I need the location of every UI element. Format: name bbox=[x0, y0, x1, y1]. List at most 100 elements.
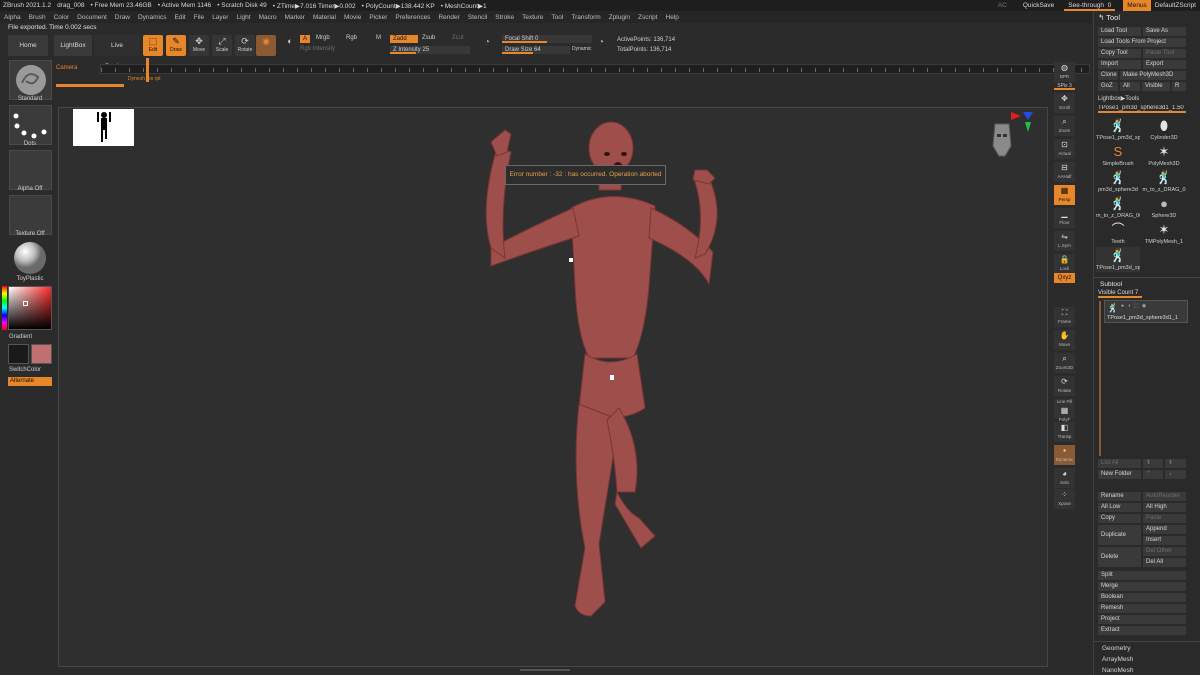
merge-button[interactable]: Merge bbox=[1098, 582, 1186, 591]
brush-standard-button[interactable] bbox=[9, 60, 52, 100]
menu-file[interactable]: File bbox=[190, 14, 208, 21]
visible-count-slider[interactable]: Visible Count 7 bbox=[1098, 290, 1142, 298]
menu-color[interactable]: Color bbox=[50, 14, 74, 21]
extract-button[interactable]: Extract bbox=[1098, 626, 1186, 635]
dynamic-toggle[interactable]: Dynamic bbox=[572, 46, 591, 52]
export-button[interactable]: Export bbox=[1143, 60, 1186, 69]
folder-down-button[interactable]: ⇣ bbox=[1165, 470, 1186, 479]
menu-movie[interactable]: Movie bbox=[340, 14, 365, 21]
tool-item[interactable]: ⌒ Teeth bbox=[1096, 221, 1140, 246]
aahalf-button[interactable]: ⊟ AAHalf bbox=[1054, 162, 1075, 182]
default-zscript-button[interactable]: DefaultZScript bbox=[1151, 0, 1200, 11]
home-page-button[interactable]: Home Page bbox=[8, 35, 48, 70]
tool-item[interactable]: 🕺 TPose1_pm3d_sp bbox=[1096, 247, 1140, 272]
menu-preferences[interactable]: Preferences bbox=[391, 14, 434, 21]
menu-stroke[interactable]: Stroke bbox=[491, 14, 518, 21]
new-folder-button[interactable]: New Folder bbox=[1098, 470, 1141, 479]
copy-subtool-button[interactable]: Copy bbox=[1098, 514, 1141, 523]
navigation-head-icon[interactable] bbox=[991, 120, 1013, 164]
lock-button[interactable]: 🔒 Lock bbox=[1054, 254, 1075, 274]
tool-item[interactable]: ✶ PolyMesh3D bbox=[1142, 143, 1186, 168]
project-button[interactable]: Project bbox=[1098, 615, 1186, 624]
make-polymesh3d-button[interactable]: Make PolyMesh3D bbox=[1120, 71, 1186, 80]
menu-texture[interactable]: Texture bbox=[518, 14, 547, 21]
floor-button[interactable]: ▁ Floor bbox=[1054, 208, 1075, 228]
zcut-toggle[interactable]: Zcut bbox=[452, 35, 464, 41]
color-picker[interactable] bbox=[8, 286, 52, 330]
bpr-button[interactable]: ◍ BPR bbox=[1054, 62, 1075, 82]
menu-material[interactable]: Material bbox=[309, 14, 340, 21]
menu-help[interactable]: Help bbox=[662, 14, 683, 21]
zsub-toggle[interactable]: Zsub bbox=[422, 35, 435, 41]
subtool-visibility-icons[interactable]: ● ◑ ⬚ ◉ bbox=[1121, 303, 1147, 309]
paste-subtool-button[interactable]: Paste bbox=[1143, 514, 1186, 523]
xpose-button[interactable]: ⁘ Xpose bbox=[1054, 489, 1075, 509]
a-toggle[interactable]: A bbox=[300, 35, 311, 43]
autoreorder-button[interactable]: AutoReorder bbox=[1143, 492, 1186, 501]
append-button[interactable]: Append bbox=[1143, 525, 1186, 534]
move-view-button[interactable]: ✋ Move bbox=[1054, 330, 1075, 350]
menu-edit[interactable]: Edit bbox=[171, 14, 190, 21]
menu-transform[interactable]: Transform bbox=[567, 14, 604, 21]
menu-light[interactable]: Light bbox=[232, 14, 254, 21]
tool-item[interactable]: 🕺 m_to_z_DRAG_00 bbox=[1096, 195, 1140, 220]
rgb-toggle[interactable]: Rgb bbox=[346, 35, 357, 41]
delete-button[interactable]: Delete bbox=[1098, 547, 1141, 567]
dynamic-persp-button[interactable]: ▪ Dynamic bbox=[1054, 445, 1075, 465]
tool-item[interactable]: 🕺 pm3d_sphere3d bbox=[1096, 169, 1140, 194]
insert-button[interactable]: Insert bbox=[1143, 536, 1186, 545]
clone-button[interactable]: Clone bbox=[1098, 71, 1118, 80]
draw-size-slider[interactable]: Draw Size 64 bbox=[502, 46, 570, 54]
menu-brush[interactable]: Brush bbox=[25, 14, 50, 21]
linefill-button[interactable]: Line Fill ▦ PolyF bbox=[1054, 399, 1075, 422]
subtool-item-active[interactable]: 🕺 ● ◑ ⬚ ◉ TPose1_pm3d_sphere3d1_1 bbox=[1104, 300, 1188, 323]
del-other-button[interactable]: Del Other bbox=[1143, 547, 1186, 556]
copy-tool-button[interactable]: Copy Tool bbox=[1098, 49, 1141, 58]
move-mode-button[interactable]: ✥ Move bbox=[189, 35, 209, 56]
edit-mode-button[interactable]: ⬚ Edit bbox=[143, 35, 163, 56]
stroke-dots-button[interactable] bbox=[9, 105, 52, 145]
menu-stencil[interactable]: Stencil bbox=[464, 14, 492, 21]
remesh-button[interactable]: Remesh bbox=[1098, 604, 1186, 613]
tool-item[interactable]: 🕺 m_to_z_DRAG_0 bbox=[1142, 169, 1186, 194]
menu-draw[interactable]: Draw bbox=[111, 14, 134, 21]
menus-button[interactable]: Menus bbox=[1123, 0, 1151, 11]
save-as-button[interactable]: Save As bbox=[1143, 27, 1186, 36]
lightbox-button[interactable]: LightBox bbox=[54, 35, 92, 56]
rgb-intensity-slider[interactable]: Rgb Intensity bbox=[300, 46, 335, 52]
list-all-button[interactable]: List All bbox=[1098, 459, 1141, 468]
frame-button[interactable]: ⛶ Frame bbox=[1054, 307, 1075, 327]
alpha-off-button[interactable] bbox=[9, 150, 52, 190]
geometry-section[interactable]: Geometry bbox=[1102, 645, 1131, 652]
z-intensity-slider[interactable]: Z Intensity 25 bbox=[390, 46, 470, 54]
folder-up-button[interactable]: ⇡ bbox=[1143, 470, 1163, 479]
material-button[interactable] bbox=[9, 240, 52, 280]
quicksave-button[interactable]: QuickSave bbox=[1019, 0, 1058, 11]
import-button[interactable]: Import bbox=[1098, 60, 1141, 69]
current-tool-slider[interactable]: TPose1_pm3d_sphere3d1_1.50 bbox=[1098, 105, 1186, 113]
tool-item[interactable]: ⬮ Cylinder3D bbox=[1142, 117, 1186, 142]
actual-button[interactable]: ⊡ Actual bbox=[1054, 139, 1075, 159]
tool-item[interactable]: 🕺 TPose1_pm3d_sp bbox=[1096, 117, 1140, 142]
draw-mode-button[interactable]: ✎ Draw bbox=[166, 35, 186, 56]
transp-button[interactable]: ◧ Transp bbox=[1054, 422, 1075, 442]
goz-button[interactable]: GoZ bbox=[1098, 82, 1118, 91]
menu-macro[interactable]: Macro bbox=[255, 14, 281, 21]
split-button[interactable]: Split bbox=[1098, 571, 1186, 580]
tool-palette-title[interactable]: ↰ Tool bbox=[1098, 13, 1120, 22]
lsym-button[interactable]: ⇋ L.Sym bbox=[1054, 231, 1075, 251]
subtool-header[interactable]: Subtool bbox=[1100, 281, 1122, 288]
zadd-toggle[interactable]: Zadd bbox=[390, 35, 418, 43]
all-high-button[interactable]: All High bbox=[1143, 503, 1186, 512]
load-tool-button[interactable]: Load Tool bbox=[1098, 27, 1141, 36]
rename-button[interactable]: Rename bbox=[1098, 492, 1141, 501]
m-toggle[interactable]: M bbox=[376, 35, 381, 41]
character-model[interactable] bbox=[59, 108, 1049, 668]
load-tools-from-project-button[interactable]: Load Tools From Project bbox=[1098, 38, 1186, 47]
spix-slider[interactable]: SPix 3 bbox=[1054, 83, 1075, 90]
see-through-slider[interactable]: See-through 0 bbox=[1064, 0, 1116, 11]
arraymesh-section[interactable]: ArrayMesh bbox=[1102, 656, 1133, 663]
menu-zplugin[interactable]: Zplugin bbox=[605, 14, 634, 21]
nanomesh-section[interactable]: NanoMesh bbox=[1102, 667, 1133, 674]
timeline-camera-label[interactable]: Camera bbox=[56, 65, 77, 71]
